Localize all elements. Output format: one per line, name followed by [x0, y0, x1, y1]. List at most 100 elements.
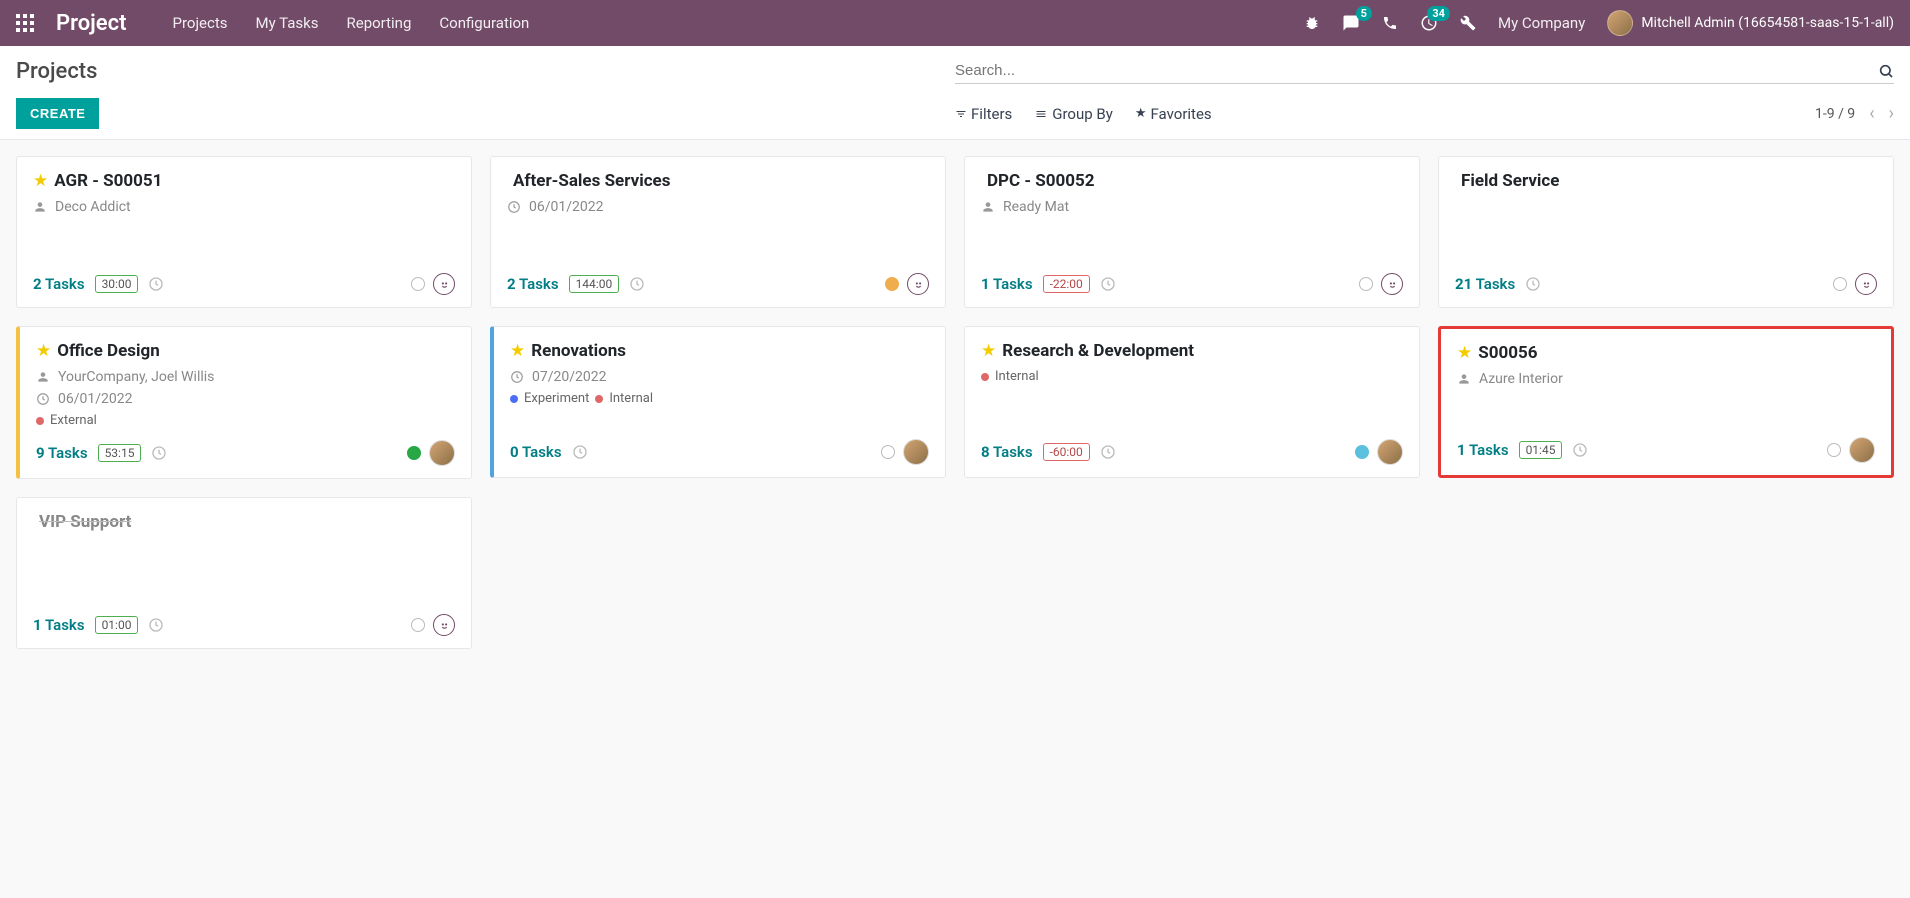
pager-prev[interactable]: ‹ — [1869, 103, 1874, 124]
nav-item-reporting[interactable]: Reporting — [347, 14, 412, 32]
star-toggle[interactable]: ★ — [33, 171, 48, 191]
partner-name: Deco Addict — [55, 199, 131, 215]
status-circle[interactable] — [411, 277, 425, 291]
rating-button[interactable] — [1381, 273, 1403, 295]
tasks-link[interactable]: 9 Tasks — [36, 444, 88, 462]
status-circle[interactable] — [1833, 277, 1847, 291]
user-menu[interactable]: Mitchell Admin (16654581-saas-15-1-all) — [1607, 10, 1894, 36]
card-footer: 9 Tasks 53:15 — [36, 428, 455, 466]
tag-line: External — [36, 413, 455, 428]
clock-icon[interactable] — [1525, 276, 1541, 292]
tasks-link[interactable]: 21 Tasks — [1455, 275, 1515, 293]
project-card-after-sales-services[interactable]: After-Sales Services06/01/20222 Tasks144… — [490, 156, 946, 308]
tasks-link[interactable]: 1 Tasks — [1457, 441, 1509, 459]
tag-line: ExperimentInternal — [510, 391, 929, 406]
rating-button[interactable] — [907, 273, 929, 295]
star-toggle[interactable]: ★ — [510, 341, 525, 361]
clock-icon[interactable] — [1100, 276, 1116, 292]
tasks-link[interactable]: 1 Tasks — [33, 616, 85, 634]
task-count: 2 — [507, 275, 516, 293]
card-header: DPC - S00052 — [981, 171, 1403, 191]
phone-icon[interactable] — [1382, 15, 1398, 31]
project-title: Field Service — [1461, 171, 1559, 191]
favorites-button[interactable]: ★ Favorites — [1135, 105, 1212, 123]
project-date: 07/20/2022 — [532, 369, 607, 385]
star-toggle[interactable]: ★ — [981, 341, 996, 361]
clock-icon[interactable] — [151, 445, 167, 461]
time-badge: 30:00 — [95, 275, 139, 293]
status-circle[interactable] — [1359, 277, 1373, 291]
tasks-link[interactable]: 1 Tasks — [981, 275, 1033, 293]
project-card-office-design[interactable]: ★Office DesignYourCompany, Joel Willis06… — [16, 326, 472, 479]
tasks-link[interactable]: 0 Tasks — [510, 443, 562, 461]
partner-name: YourCompany, Joel Willis — [58, 369, 214, 385]
task-label: Tasks — [993, 443, 1033, 461]
project-card-renovations[interactable]: ★ Renovations 07/20/2022 ExperimentInternal… — [490, 326, 946, 478]
assignee-avatar[interactable] — [1377, 439, 1403, 465]
project-title: Renovations — [531, 341, 626, 361]
star-toggle[interactable]: ★ — [36, 341, 51, 361]
company-switcher[interactable]: My Company — [1498, 14, 1585, 32]
status-circle[interactable] — [1355, 445, 1369, 459]
status-circle[interactable] — [407, 446, 421, 460]
assignee-avatar[interactable] — [429, 440, 455, 466]
assignee-avatar[interactable] — [903, 439, 929, 465]
status-circle[interactable] — [881, 445, 895, 459]
favorites-label: Favorites — [1151, 105, 1212, 123]
tools-icon[interactable] — [1460, 15, 1476, 31]
tasks-link[interactable]: 2 Tasks — [33, 275, 85, 293]
messages-badge: 5 — [1356, 6, 1372, 21]
groupby-button[interactable]: Group By — [1034, 105, 1113, 123]
time-badge: 01:45 — [1519, 441, 1563, 459]
activities-icon[interactable]: 34 — [1420, 14, 1438, 32]
search-box[interactable] — [955, 58, 1894, 84]
star-toggle[interactable]: ★ — [1457, 343, 1472, 363]
card-header: ★ S00056 — [1457, 343, 1875, 363]
card-footer: 2 Tasks 30:00 — [33, 261, 455, 295]
project-title: S00056 — [1478, 343, 1537, 363]
search-icon[interactable] — [1878, 63, 1894, 79]
project-card-field-service[interactable]: Field Service 21 Tasks — [1438, 156, 1894, 308]
clock-icon[interactable] — [1572, 442, 1588, 458]
bug-icon[interactable] — [1304, 15, 1320, 31]
project-card-research-development[interactable]: ★Research & DevelopmentInternal8 Tasks-6… — [964, 326, 1420, 478]
partner-name: Azure Interior — [1479, 371, 1563, 387]
pager-text: 1-9 / 9 — [1815, 106, 1855, 122]
status-circle[interactable] — [1827, 443, 1841, 457]
project-card-s00056[interactable]: ★ S00056 Azure Interior 1 Tasks 01:45 — [1438, 326, 1894, 478]
tag-label: Internal — [995, 369, 1039, 384]
rating-button[interactable] — [1855, 273, 1877, 295]
control-panel: Projects CREATE Filters Group By ★ Favor… — [0, 46, 1910, 140]
tasks-link[interactable]: 2 Tasks — [507, 275, 559, 293]
search-input[interactable] — [955, 62, 1878, 79]
time-badge: 53:15 — [98, 444, 142, 462]
clock-icon[interactable] — [148, 276, 164, 292]
clock-icon[interactable] — [572, 444, 588, 460]
project-card-dpc-s00052[interactable]: DPC - S00052Ready Mat1 Tasks-22:00 — [964, 156, 1420, 308]
nav-item-projects[interactable]: Projects — [173, 14, 228, 32]
project-card-agr-s00051[interactable]: ★AGR - S00051Deco Addict2 Tasks30:00 — [16, 156, 472, 308]
nav-item-configuration[interactable]: Configuration — [439, 14, 529, 32]
filter-bar: Filters Group By ★ Favorites 1-9 / 9 ‹ › — [955, 103, 1894, 124]
footer-right — [411, 273, 455, 295]
task-count: 9 — [36, 444, 45, 462]
rating-button[interactable] — [433, 273, 455, 295]
clock-icon[interactable] — [1100, 444, 1116, 460]
date-line: 06/01/2022 — [507, 199, 929, 215]
assignee-avatar[interactable] — [1849, 437, 1875, 463]
tasks-link[interactable]: 8 Tasks — [981, 443, 1033, 461]
pager-next[interactable]: › — [1889, 103, 1894, 124]
apps-icon[interactable] — [16, 14, 34, 32]
project-card-vip-support[interactable]: VIP Support1 Tasks01:00 — [16, 497, 472, 649]
filters-button[interactable]: Filters — [955, 105, 1012, 123]
status-circle[interactable] — [885, 277, 899, 291]
nav-item-my-tasks[interactable]: My Tasks — [256, 14, 319, 32]
discuss-icon[interactable]: 5 — [1342, 14, 1360, 32]
create-button[interactable]: CREATE — [16, 98, 99, 129]
clock-icon[interactable] — [148, 617, 164, 633]
rating-button[interactable] — [433, 614, 455, 636]
brand[interactable]: Project — [56, 11, 127, 36]
card-header: ★Office Design — [36, 341, 455, 361]
clock-icon[interactable] — [629, 276, 645, 292]
status-circle[interactable] — [411, 618, 425, 632]
